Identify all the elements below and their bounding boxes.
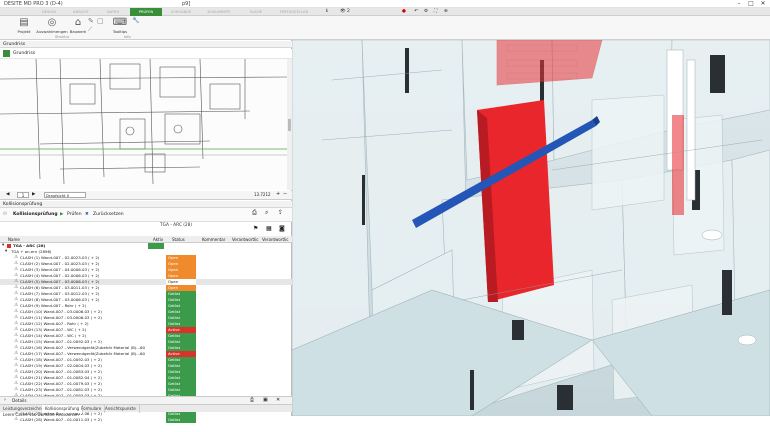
col-verantwortlich-2[interactable]: Verantwortlic — [262, 236, 288, 243]
grundriss-icon — [3, 50, 10, 57]
prev-page-icon[interactable]: ◀ — [6, 192, 9, 197]
kollision-panel-title: Kollisionsprüfung — [0, 201, 292, 208]
left-pane: Grundriss Grundriss ◀ 1 ▶ Draufsicht 0 1… — [0, 40, 292, 423]
printer-icon[interactable]: ⎙ — [252, 209, 257, 216]
filter-icon[interactable]: ⚑ — [253, 225, 258, 232]
zoom-value: 13.7212 — [254, 192, 271, 197]
tab-daten[interactable]: DATEN — [98, 8, 128, 16]
tab-pruefen[interactable]: PRÜFEN — [130, 8, 162, 16]
note-icon[interactable]: ▢ — [97, 17, 104, 25]
app-title: DESITE MD PRO 3 (D-4) — [4, 1, 63, 7]
grundriss-subtitle: Grundriss — [13, 51, 36, 56]
kollision-title: Kollisionsprüfung — [13, 212, 58, 217]
details-label[interactable]: Details — [12, 398, 27, 403]
status-text: Leere Cache von Domäne Ressourcen — [3, 412, 79, 417]
result-count: TGA - ARC (28) — [160, 223, 193, 228]
zoom-out-icon[interactable]: − — [283, 191, 287, 197]
document-name: p9] — [182, 1, 191, 7]
zoom-in-icon[interactable]: + — [276, 191, 280, 197]
close-icon[interactable]: ✕ — [757, 0, 769, 8]
selection-sets-icon: ◎ — [47, 17, 57, 28]
tooltips-label: Tooltips — [112, 29, 128, 34]
play-icon: ▶ — [60, 212, 64, 217]
status-cell[interactable]: Gelöst — [166, 417, 196, 423]
grundriss-header: Grundriss — [0, 49, 292, 59]
building-label: Bauwerk — [69, 29, 87, 34]
plan-navigation: ◀ 1 ▶ Draufsicht 0 13.7212 + − — [0, 191, 292, 200]
export-icon[interactable]: ⇪ — [278, 209, 283, 216]
minimize-icon[interactable]: – — [733, 0, 745, 8]
col-status[interactable]: Status — [172, 236, 185, 243]
info-icon[interactable]: ℹ — [326, 8, 328, 16]
col-aktiv[interactable]: Aktiv — [153, 236, 163, 243]
fullscreen-icon[interactable]: ⛶ — [434, 8, 437, 16]
details-bar: Details › ⎙ ▣ ✕ — [0, 396, 292, 404]
building-button[interactable]: ⌂ Bauwerk — [68, 17, 88, 34]
print-icon[interactable]: ⎙ — [250, 397, 254, 403]
camera-icon[interactable]: ◙ — [279, 225, 285, 232]
tab-vorgaenge[interactable]: VORGÄNGE — [164, 8, 198, 16]
undo-icon[interactable]: ↶ — [414, 8, 418, 16]
quick-access-icon[interactable] — [4, 8, 30, 16]
tab-dokumente[interactable]: DOKUMENTE — [200, 8, 238, 16]
project-label: Projekt — [17, 29, 31, 34]
table-row[interactable]: ⚠ CLASH (28) Wand-007 - 01.0011.03 ( + 2)… — [0, 417, 292, 423]
kollision-toolbar: ⚇ Kollisionsprüfung ▶ Prüfen ✖ Zurückset… — [0, 208, 292, 222]
3d-viewport[interactable] — [292, 40, 770, 416]
chevron-right-icon[interactable]: › — [4, 397, 6, 403]
save-icon[interactable]: ▣ — [263, 397, 268, 403]
pin-icon[interactable]: ⊕ — [444, 8, 448, 16]
table-header: Name Aktiv Status Kommentar Verantwortli… — [0, 236, 292, 243]
next-page-icon[interactable]: ▶ — [32, 192, 35, 197]
search-icon[interactable]: ⌕ — [265, 209, 268, 216]
page-input[interactable]: 1 — [17, 192, 29, 198]
group-info: Info — [124, 35, 131, 39]
project-button[interactable]: ▤ Projekt — [14, 17, 34, 34]
col-kommentar[interactable]: Kommentar — [202, 236, 225, 243]
ribbon-tabs: DESIGN ANSICHT DATEN PRÜFEN VORGÄNGE DOK… — [0, 8, 770, 16]
reset-icon: ✖ — [85, 212, 89, 217]
tooltips-button[interactable]: ⌨ Tooltips — [110, 17, 130, 34]
floor-plan-view[interactable] — [0, 59, 287, 190]
maximize-icon[interactable]: □ — [745, 0, 757, 8]
selection-sets-button[interactable]: ◎ Auswahlmengen — [36, 17, 68, 34]
view-select[interactable]: Draufsicht 0 — [44, 192, 86, 198]
reset-button[interactable]: Zurücksetzen — [93, 211, 124, 218]
col-name[interactable]: Name — [8, 236, 20, 243]
pruefen-button[interactable]: Prüfen — [67, 211, 82, 218]
clash-name: CLASH (28) Wand-007 - 01.0011.03 ( + 2) — [20, 417, 102, 422]
clash-icon: ⚇ — [3, 212, 8, 217]
view-count: 2 — [347, 9, 350, 14]
bottom-tabs: Leistungsverzeichnis Kollisionsprüfung F… — [0, 404, 292, 413]
col-verantwortlich-1[interactable]: Verantwortlic — [232, 236, 258, 243]
grundriss-panel-title: Grundriss — [0, 41, 292, 48]
tab-suche[interactable]: SUCHE — [244, 8, 268, 16]
selection-sets-label: Auswahlmengen — [36, 29, 68, 34]
settings-icon[interactable]: ⚙ — [424, 8, 428, 16]
ruler-icon[interactable]: ⟋ — [88, 26, 92, 34]
title-bar: DESITE MD PRO 3 (D-4) p9] – □ ✕ — [0, 0, 770, 8]
group-struktur: Struktur — [55, 35, 70, 39]
group-color-icon — [7, 244, 11, 248]
grid-icon[interactable]: ▦ — [266, 225, 272, 232]
project-icon: ▤ — [19, 17, 29, 28]
building-icon: ⌂ — [74, 17, 82, 28]
ribbon: ▤ Projekt ◎ Auswahlmengen ⌂ Bauwerk ✎ ▢ … — [0, 16, 770, 40]
eye-icon[interactable]: 👁 — [340, 8, 346, 16]
warning-icon: ⚠ — [14, 417, 19, 422]
delete-icon[interactable]: ✕ — [276, 397, 280, 403]
tab-design[interactable]: DESIGN — [34, 8, 64, 16]
pencil-icon[interactable]: ✎ — [88, 17, 94, 25]
tooltips-icon: ⌨ — [112, 17, 128, 28]
tab-ansicht[interactable]: ANSICHT — [66, 8, 96, 16]
highlight-icon[interactable]: ● — [402, 8, 406, 16]
wrench-icon[interactable]: 🔧 — [132, 17, 139, 24]
tab-fertigstellen[interactable]: FERTIGSTELLEN — [272, 8, 316, 16]
